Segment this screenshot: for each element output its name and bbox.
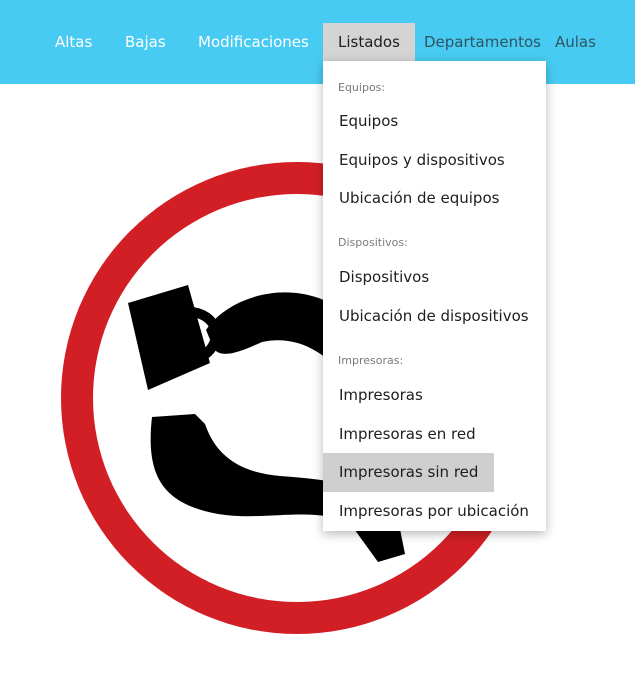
nav-modificaciones[interactable]: Modificaciones [198,23,309,61]
section-header-impresoras: Impresoras: [338,354,404,367]
nav-listados[interactable]: Listados [323,23,415,61]
menu-item-ubicacion-de-equipos[interactable]: Ubicación de equipos [323,179,515,218]
nav-aulas[interactable]: Aulas [555,23,596,61]
nav-departamentos[interactable]: Departamentos [424,23,541,61]
section-header-equipos: Equipos: [338,81,386,94]
menu-item-equipos[interactable]: Equipos [323,102,414,141]
menu-item-impresoras-por-ubicacion[interactable]: Impresoras por ubicación [323,492,545,531]
section-header-dispositivos: Dispositivos: [338,236,408,249]
menu-item-impresoras[interactable]: Impresoras [323,376,439,415]
menu-item-ubicacion-de-dispositivos[interactable]: Ubicación de dispositivos [323,297,545,336]
nav-bajas[interactable]: Bajas [125,23,166,61]
menu-item-impresoras-sin-red[interactable]: Impresoras sin red [323,453,495,492]
menu-item-impresoras-en-red[interactable]: Impresoras en red [323,415,492,454]
nav-altas[interactable]: Altas [55,23,92,61]
listados-dropdown: Equipos: Equipos Equipos y dispositivos … [323,61,546,531]
menu-item-equipos-y-dispositivos[interactable]: Equipos y dispositivos [323,141,521,180]
menu-item-dispositivos[interactable]: Dispositivos [323,258,445,297]
